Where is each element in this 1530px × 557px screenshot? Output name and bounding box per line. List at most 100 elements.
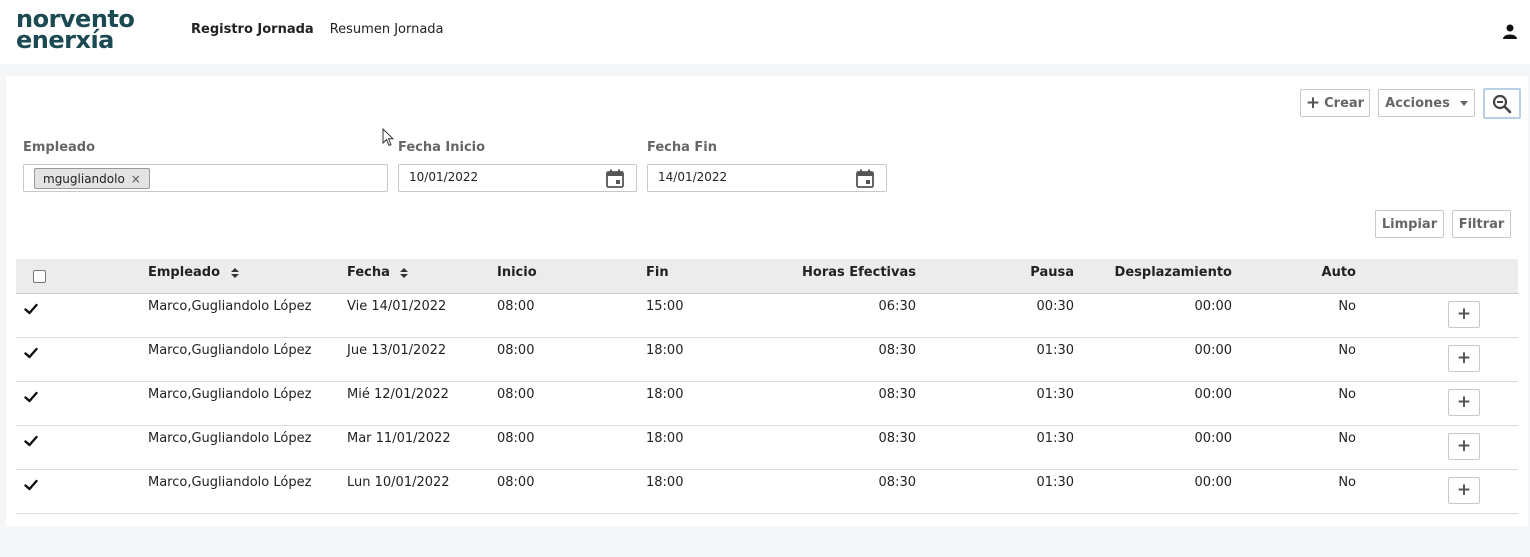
empleado-filter-input[interactable]: mgugliandolo × — [23, 164, 388, 192]
col-fecha[interactable]: Fecha — [347, 265, 409, 280]
cell-inicio: 08:00 — [497, 299, 535, 314]
plus-icon: + — [1456, 436, 1472, 456]
nav-registro-jornada[interactable]: Registro Jornada — [191, 22, 314, 37]
cell-horas-efectivas: 06:30 — [878, 299, 916, 314]
cell-fecha: Jue 13/01/2022 — [347, 343, 447, 358]
acciones-dropdown[interactable]: Acciones — [1378, 89, 1475, 117]
plus-icon: + — [1456, 348, 1472, 368]
toggle-search-button[interactable] — [1483, 88, 1521, 119]
user-icon[interactable] — [1503, 24, 1517, 40]
col-fin: Fin — [646, 265, 669, 280]
cell-desplazamiento: 00:00 — [1194, 387, 1232, 402]
cell-pausa: 01:30 — [1036, 475, 1074, 490]
cell-empleado: Marco,Gugliandolo López — [148, 387, 312, 402]
checkmark-icon — [24, 347, 38, 359]
cell-fin: 18:00 — [646, 387, 684, 402]
col-inicio: Inicio — [497, 265, 537, 280]
calendar-icon[interactable] — [606, 169, 624, 188]
norvento-logo[interactable]: norvento enerxía — [16, 7, 135, 52]
col-pausa: Pausa — [1030, 265, 1074, 280]
fecha-fin-value: 14/01/2022 — [658, 170, 728, 184]
cell-auto: No — [1338, 475, 1356, 490]
table-row[interactable]: Marco,Gugliandolo López Mar 11/01/2022 08:… — [16, 426, 1518, 470]
checkmark-icon — [24, 435, 38, 447]
cell-desplazamiento: 00:00 — [1194, 431, 1232, 446]
limpiar-button[interactable]: Limpiar — [1375, 210, 1444, 238]
zoom-out-icon — [1492, 94, 1512, 113]
fecha-inicio-input[interactable]: 10/01/2022 — [398, 164, 637, 192]
table-row[interactable]: Marco,Gugliandolo López Lun 10/01/2022 08:… — [16, 470, 1518, 514]
cell-fecha: Vie 14/01/2022 — [347, 299, 447, 314]
cell-auto: No — [1338, 431, 1356, 446]
col-empleado[interactable]: Empleado — [148, 265, 239, 280]
col-fecha-label: Fecha — [347, 265, 390, 280]
cell-desplazamiento: 00:00 — [1194, 299, 1232, 314]
cell-horas-efectivas: 08:30 — [878, 431, 916, 446]
cell-auto: No — [1338, 299, 1356, 314]
plus-icon: + — [1456, 480, 1472, 500]
sort-icon — [400, 267, 409, 278]
empleado-chip-label: mgugliandolo — [43, 171, 125, 186]
mouse-cursor-icon — [382, 128, 394, 147]
cell-auto: No — [1338, 387, 1356, 402]
table-row[interactable]: Marco,Gugliandolo López Vie 14/01/2022 08:… — [16, 294, 1518, 338]
empleado-filter-label: Empleado — [23, 140, 96, 155]
col-desplazamiento: Desplazamiento — [1114, 265, 1232, 280]
plus-icon: + — [1456, 392, 1472, 412]
cell-fin: 18:00 — [646, 343, 684, 358]
caret-down-icon — [1459, 100, 1468, 106]
top-bar: norvento enerxía Registro Jornada Resume… — [0, 0, 1530, 64]
cell-horas-efectivas: 08:30 — [878, 387, 916, 402]
acciones-label: Acciones — [1385, 95, 1450, 111]
cell-desplazamiento: 00:00 — [1194, 475, 1232, 490]
cell-fecha: Mar 11/01/2022 — [347, 431, 451, 446]
cell-pausa: 01:30 — [1036, 431, 1074, 446]
row-add-button[interactable]: + — [1448, 345, 1480, 372]
row-add-button[interactable]: + — [1448, 433, 1480, 460]
select-all-checkbox[interactable] — [33, 270, 46, 283]
crear-label: Crear — [1324, 95, 1365, 111]
table-row[interactable]: Marco,Gugliandolo López Jue 13/01/2022 08:… — [16, 338, 1518, 382]
table-row[interactable]: Marco,Gugliandolo López Mié 12/01/2022 08:… — [16, 382, 1518, 426]
cell-pausa: 01:30 — [1036, 387, 1074, 402]
crear-button[interactable]: + Crear — [1300, 89, 1370, 117]
plus-icon: + — [1456, 304, 1472, 324]
cell-auto: No — [1338, 343, 1356, 358]
fecha-fin-label: Fecha Fin — [647, 140, 718, 155]
cell-horas-efectivas: 08:30 — [878, 343, 916, 358]
table-header: Empleado Fecha Inicio Fin Horas Efectiva… — [16, 259, 1518, 294]
fecha-inicio-label: Fecha Inicio — [398, 140, 486, 155]
filtrar-button[interactable]: Filtrar — [1452, 210, 1511, 238]
col-empleado-label: Empleado — [148, 265, 221, 280]
cell-fecha: Mié 12/01/2022 — [347, 387, 449, 402]
main-panel: + Crear Acciones Empleado mgugliandolo ×… — [6, 76, 1528, 526]
cell-fin: 18:00 — [646, 431, 684, 446]
nav-resumen-jornada[interactable]: Resumen Jornada — [330, 22, 444, 37]
cell-inicio: 08:00 — [497, 387, 535, 402]
col-auto: Auto — [1321, 265, 1356, 280]
cell-inicio: 08:00 — [497, 475, 535, 490]
fecha-inicio-value: 10/01/2022 — [409, 170, 479, 184]
row-add-button[interactable]: + — [1448, 389, 1480, 416]
col-horas-efectivas: Horas Efectivas — [802, 265, 916, 280]
cell-fecha: Lun 10/01/2022 — [347, 475, 450, 490]
cell-pausa: 01:30 — [1036, 343, 1074, 358]
row-add-button[interactable]: + — [1448, 301, 1480, 328]
checkmark-icon — [24, 391, 38, 403]
checkmark-icon — [24, 479, 38, 491]
fecha-fin-input[interactable]: 14/01/2022 — [647, 164, 887, 192]
cell-empleado: Marco,Gugliandolo López — [148, 343, 312, 358]
cell-fin: 18:00 — [646, 475, 684, 490]
row-add-button[interactable]: + — [1448, 477, 1480, 504]
cell-empleado: Marco,Gugliandolo López — [148, 299, 312, 314]
cell-pausa: 00:30 — [1036, 299, 1074, 314]
checkmark-icon — [24, 303, 38, 315]
plus-icon: + — [1305, 92, 1321, 113]
calendar-icon[interactable] — [856, 169, 874, 188]
chip-remove-icon[interactable]: × — [131, 172, 141, 186]
cell-fin: 15:00 — [646, 299, 684, 314]
empleado-chip: mgugliandolo × — [34, 168, 150, 189]
cell-inicio: 08:00 — [497, 431, 535, 446]
cell-horas-efectivas: 08:30 — [878, 475, 916, 490]
cell-empleado: Marco,Gugliandolo López — [148, 431, 312, 446]
